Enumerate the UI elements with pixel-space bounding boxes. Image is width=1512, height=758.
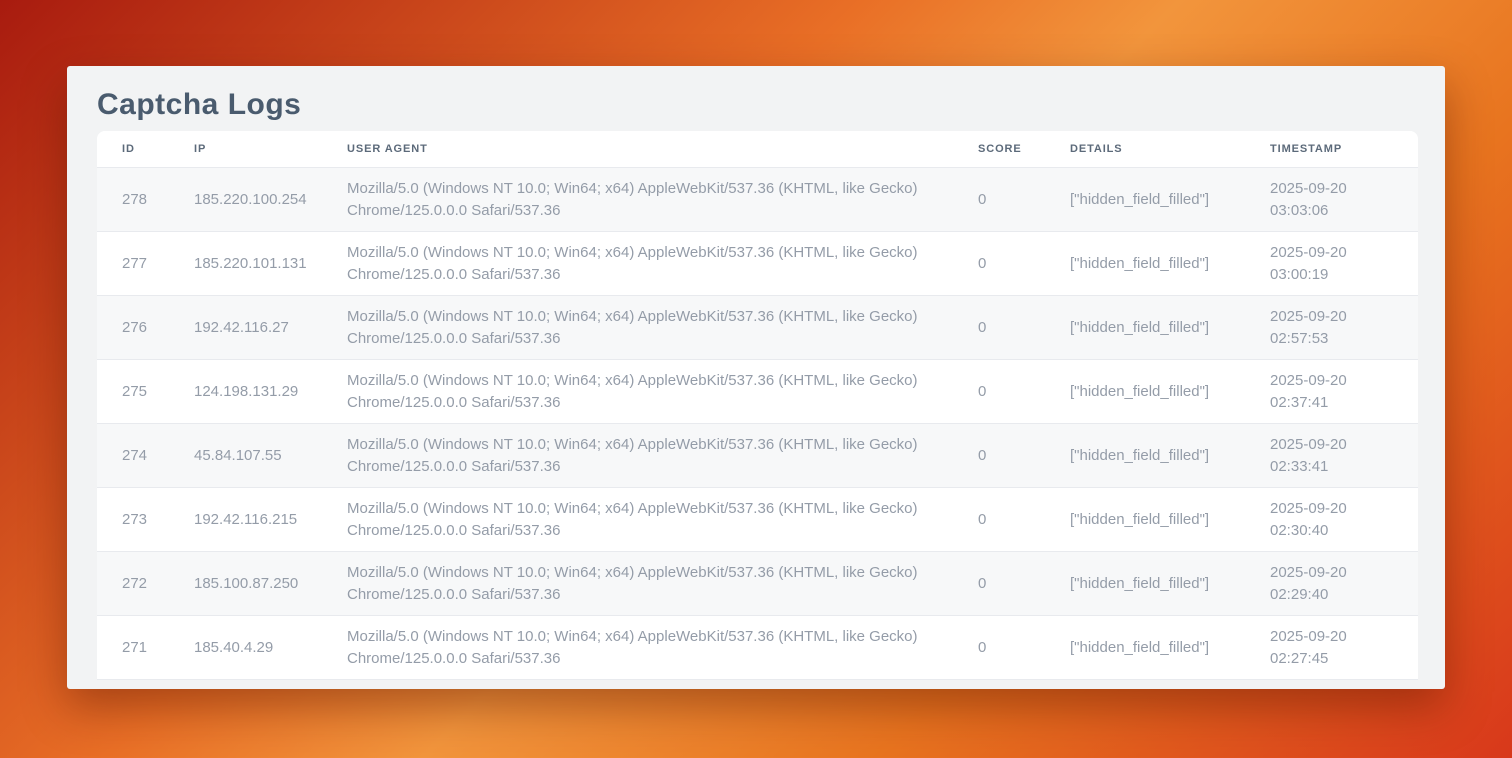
- captcha-logs-card: Captcha Logs ID IP USER AGENT SCORE DETA…: [67, 66, 1445, 689]
- cell-ip: 45.84.107.55: [169, 424, 322, 488]
- table-row: 275 124.198.131.29 Mozilla/5.0 (Windows …: [97, 360, 1418, 424]
- cell-user-agent: Mozilla/5.0 (Windows NT 10.0; Win64; x64…: [322, 168, 953, 232]
- captcha-logs-table: ID IP USER AGENT SCORE DETAILS TIMESTAMP…: [97, 131, 1418, 680]
- cell-score: 0: [953, 296, 1045, 360]
- cell-ip: 185.40.4.29: [169, 616, 322, 680]
- cell-details: ["hidden_field_filled"]: [1045, 296, 1245, 360]
- cell-id: 274: [97, 424, 169, 488]
- cell-details: ["hidden_field_filled"]: [1045, 424, 1245, 488]
- cell-user-agent: Mozilla/5.0 (Windows NT 10.0; Win64; x64…: [322, 232, 953, 296]
- cell-details: ["hidden_field_filled"]: [1045, 168, 1245, 232]
- table-row: 278 185.220.100.254 Mozilla/5.0 (Windows…: [97, 168, 1418, 232]
- column-header-ip: IP: [169, 131, 322, 168]
- cell-score: 0: [953, 552, 1045, 616]
- cell-details: ["hidden_field_filled"]: [1045, 360, 1245, 424]
- cell-ip: 192.42.116.215: [169, 488, 322, 552]
- cell-user-agent: Mozilla/5.0 (Windows NT 10.0; Win64; x64…: [322, 360, 953, 424]
- cell-score: 0: [953, 232, 1045, 296]
- table-row: 277 185.220.101.131 Mozilla/5.0 (Windows…: [97, 232, 1418, 296]
- cell-timestamp: 2025-09-20 03:03:06: [1245, 168, 1418, 232]
- cell-user-agent: Mozilla/5.0 (Windows NT 10.0; Win64; x64…: [322, 552, 953, 616]
- cell-user-agent: Mozilla/5.0 (Windows NT 10.0; Win64; x64…: [322, 616, 953, 680]
- cell-id: 278: [97, 168, 169, 232]
- cell-ip: 185.100.87.250: [169, 552, 322, 616]
- page-background: { "page": { "title": "Captcha Logs" }, "…: [0, 0, 1512, 758]
- column-header-score: SCORE: [953, 131, 1045, 168]
- cell-ip: 124.198.131.29: [169, 360, 322, 424]
- cell-score: 0: [953, 360, 1045, 424]
- cell-user-agent: Mozilla/5.0 (Windows NT 10.0; Win64; x64…: [322, 296, 953, 360]
- cell-timestamp: 2025-09-20 02:27:45: [1245, 616, 1418, 680]
- cell-timestamp: 2025-09-20 02:30:40: [1245, 488, 1418, 552]
- cell-ip: 192.42.116.27: [169, 296, 322, 360]
- cell-id: 273: [97, 488, 169, 552]
- table-row: 274 45.84.107.55 Mozilla/5.0 (Windows NT…: [97, 424, 1418, 488]
- cell-id: 276: [97, 296, 169, 360]
- table-row: 273 192.42.116.215 Mozilla/5.0 (Windows …: [97, 488, 1418, 552]
- cell-timestamp: 2025-09-20 03:00:19: [1245, 232, 1418, 296]
- cell-details: ["hidden_field_filled"]: [1045, 488, 1245, 552]
- table-row: 276 192.42.116.27 Mozilla/5.0 (Windows N…: [97, 296, 1418, 360]
- cell-score: 0: [953, 424, 1045, 488]
- table-body: 278 185.220.100.254 Mozilla/5.0 (Windows…: [97, 168, 1418, 680]
- cell-score: 0: [953, 168, 1045, 232]
- table-header: ID IP USER AGENT SCORE DETAILS TIMESTAMP: [97, 131, 1418, 168]
- cell-timestamp: 2025-09-20 02:37:41: [1245, 360, 1418, 424]
- cell-details: ["hidden_field_filled"]: [1045, 552, 1245, 616]
- column-header-id: ID: [97, 131, 169, 168]
- cell-user-agent: Mozilla/5.0 (Windows NT 10.0; Win64; x64…: [322, 488, 953, 552]
- cell-score: 0: [953, 616, 1045, 680]
- column-header-timestamp: TIMESTAMP: [1245, 131, 1418, 168]
- cell-user-agent: Mozilla/5.0 (Windows NT 10.0; Win64; x64…: [322, 424, 953, 488]
- cell-id: 277: [97, 232, 169, 296]
- table-row: 271 185.40.4.29 Mozilla/5.0 (Windows NT …: [97, 616, 1418, 680]
- column-header-user-agent: USER AGENT: [322, 131, 953, 168]
- cell-id: 272: [97, 552, 169, 616]
- cell-ip: 185.220.101.131: [169, 232, 322, 296]
- table-row: 272 185.100.87.250 Mozilla/5.0 (Windows …: [97, 552, 1418, 616]
- cell-id: 271: [97, 616, 169, 680]
- page-title: Captcha Logs: [97, 83, 1418, 127]
- table-header-row: ID IP USER AGENT SCORE DETAILS TIMESTAMP: [97, 131, 1418, 168]
- cell-details: ["hidden_field_filled"]: [1045, 232, 1245, 296]
- cell-timestamp: 2025-09-20 02:57:53: [1245, 296, 1418, 360]
- cell-score: 0: [953, 488, 1045, 552]
- cell-timestamp: 2025-09-20 02:29:40: [1245, 552, 1418, 616]
- cell-id: 275: [97, 360, 169, 424]
- cell-timestamp: 2025-09-20 02:33:41: [1245, 424, 1418, 488]
- cell-details: ["hidden_field_filled"]: [1045, 616, 1245, 680]
- column-header-details: DETAILS: [1045, 131, 1245, 168]
- cell-ip: 185.220.100.254: [169, 168, 322, 232]
